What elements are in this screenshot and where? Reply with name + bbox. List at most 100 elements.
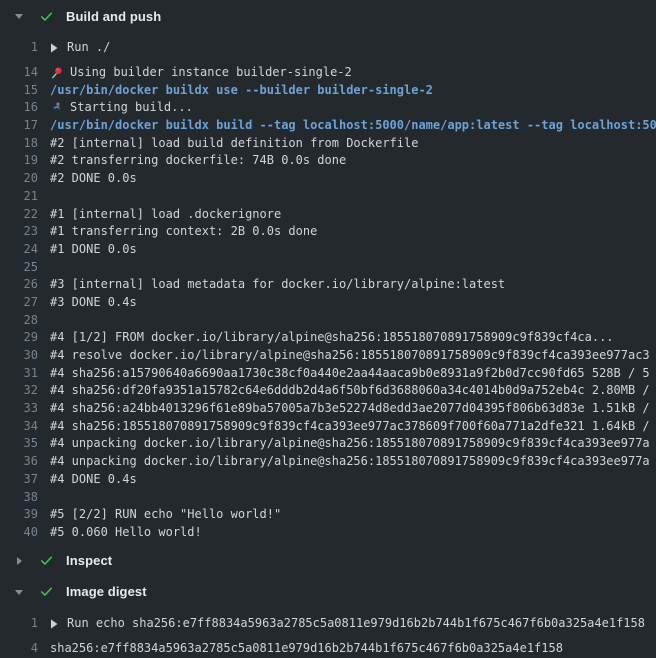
line-number[interactable]: 30 [0,347,38,365]
expand-group-icon[interactable] [50,619,58,629]
line-number[interactable]: 14 [0,64,38,82]
line-number[interactable]: 32 [0,382,38,400]
log-line-body: #2 transferring dockerfile: 74B 0.0s don… [50,152,346,170]
log-line: 21 [0,188,656,206]
log-line: 4 sha256:e7ff8834a5963a2785c5a0811e979d16… [0,640,656,658]
line-number[interactable]: 24 [0,241,38,259]
log-line-body: #4 DONE 0.4s [50,471,137,489]
log-line: 37 #4 DONE 0.4s [0,471,656,489]
section-header-build-and-push[interactable]: Build and push [0,0,656,32]
line-number[interactable]: 19 [0,152,38,170]
log-line-body: #1 DONE 0.0s [50,241,137,259]
runner-icon [50,102,63,115]
log-line-body: #2 [internal] load build definition from… [50,135,418,153]
log-line-text: #4 unpacking docker.io/library/alpine@sh… [50,453,650,471]
line-number[interactable]: 20 [0,170,38,188]
line-number[interactable]: 40 [0,524,38,542]
log-line-body: Run echo sha256:e7ff8834a5963a2785c5a081… [50,615,645,633]
line-number[interactable]: 39 [0,506,38,524]
check-success-icon [38,9,54,24]
log-line-body: #4 unpacking docker.io/library/alpine@sh… [50,453,650,471]
log-line: 34 #4 sha256:185518070891758909c9f839cf4c… [0,418,656,436]
line-number[interactable]: 1 [0,39,38,57]
line-number[interactable]: 38 [0,489,38,507]
workflow-log-viewer: Build and push1Run ./14Using builder ins… [0,0,656,658]
log-line: 23 #1 transferring context: 2B 0.0s done [0,223,656,241]
log-line-text: #2 DONE 0.0s [50,170,137,188]
log-line-text: #4 DONE 0.4s [50,471,137,489]
line-number[interactable]: 28 [0,312,38,330]
log-line-body: #4 unpacking docker.io/library/alpine@sh… [50,435,650,453]
line-number[interactable]: 36 [0,453,38,471]
log-line-text: #1 DONE 0.0s [50,241,137,259]
log-line-body: #4 sha256:a24bb4013296f61e89ba57005a7b3e… [50,400,650,418]
log-group-line[interactable]: 1 Run ./ [0,38,656,58]
line-number[interactable]: 37 [0,471,38,489]
log-line: 26 #3 [internal] load metadata for docker… [0,276,656,294]
chevron-down-icon[interactable] [14,11,24,21]
log-line-text: Run echo sha256:e7ff8834a5963a2785c5a081… [67,615,645,633]
log-line-text: #4 sha256:a15790640a6690aa1730c38cf0a440… [50,365,650,383]
log-line-body: #1 [internal] load .dockerignore [50,206,281,224]
chevron-down-icon[interactable] [14,587,24,597]
section-lines-build-and-push: 1 Run ./ 14 Using builder instance builder-… [0,32,656,546]
line-number[interactable]: 16 [0,99,38,117]
log-line: 24 #1 DONE 0.0s [0,241,656,259]
log-line-text: #1 transferring context: 2B 0.0s done [50,223,317,241]
log-line-text: #4 sha256:185518070891758909c9f839cf4ca3… [50,418,650,436]
line-number[interactable]: 23 [0,223,38,241]
log-line-body: /usr/bin/docker buildx use --builder bui… [50,82,433,100]
section-title: Inspect [66,553,112,568]
line-number[interactable]: 31 [0,365,38,383]
line-number[interactable]: 29 [0,329,38,347]
log-line-body: #4 [1/2] FROM docker.io/library/alpine@s… [50,329,614,347]
log-line: 19 #2 transferring dockerfile: 74B 0.0s d… [0,152,656,170]
line-number[interactable]: 15 [0,82,38,100]
log-line-text: #3 [internal] load metadata for docker.i… [50,276,505,294]
line-number[interactable]: 4 [0,640,38,658]
log-line-body: #5 0.060 Hello world! [50,524,202,542]
log-line: 36 #4 unpacking docker.io/library/alpine@… [0,453,656,471]
log-line-text: #4 sha256:a24bb4013296f61e89ba57005a7b3e… [50,400,650,418]
line-number[interactable]: 25 [0,259,38,277]
log-line-text: Run ./ [67,39,110,57]
expand-group-icon[interactable] [50,43,58,53]
section-header-inspect[interactable]: Inspect [0,546,656,576]
section-title: Image digest [66,584,147,599]
log-line-text: #4 [1/2] FROM docker.io/library/alpine@s… [50,329,614,347]
line-number[interactable]: 18 [0,135,38,153]
log-line-body: sha256:e7ff8834a5963a2785c5a0811e979d16b… [50,640,563,658]
log-line: 33 #4 sha256:a24bb4013296f61e89ba57005a7b… [0,400,656,418]
log-line: 25 [0,259,656,277]
log-line: 38 [0,489,656,507]
line-number[interactable]: 21 [0,188,38,206]
line-number[interactable]: 22 [0,206,38,224]
log-line-body: #5 [2/2] RUN echo "Hello world!" [50,506,281,524]
log-line: 35 #4 unpacking docker.io/library/alpine@… [0,435,656,453]
log-line: 30 #4 resolve docker.io/library/alpine@sh… [0,347,656,365]
log-line-text: Starting build... [70,99,193,117]
line-number[interactable]: 27 [0,294,38,312]
line-number[interactable]: 33 [0,400,38,418]
log-line-text: #5 [2/2] RUN echo "Hello world!" [50,506,281,524]
section-header-image-digest[interactable]: Image digest [0,576,656,608]
log-line-text: Using builder instance builder-single-2 [70,64,352,82]
log-line: 39 #5 [2/2] RUN echo "Hello world!" [0,506,656,524]
check-success-icon [38,553,54,568]
log-group-line[interactable]: 1 Run echo sha256:e7ff8834a5963a2785c5a08… [0,614,656,634]
log-line-text: #4 unpacking docker.io/library/alpine@sh… [50,435,650,453]
log-line-body: #1 transferring context: 2B 0.0s done [50,223,317,241]
log-line: 14 Using builder instance builder-single-… [0,64,656,82]
log-line: 28 [0,312,656,330]
log-line-body: #4 resolve docker.io/library/alpine@sha2… [50,347,650,365]
line-number[interactable]: 17 [0,117,38,135]
log-line-text: #2 transferring dockerfile: 74B 0.0s don… [50,152,346,170]
log-line: 27#3 DONE 0.4s [0,294,656,312]
chevron-right-icon[interactable] [14,556,24,566]
log-line-body: Using builder instance builder-single-2 [50,64,352,82]
line-number[interactable]: 1 [0,615,38,633]
line-number[interactable]: 26 [0,276,38,294]
line-number[interactable]: 34 [0,418,38,436]
check-success-icon [38,584,54,599]
line-number[interactable]: 35 [0,435,38,453]
